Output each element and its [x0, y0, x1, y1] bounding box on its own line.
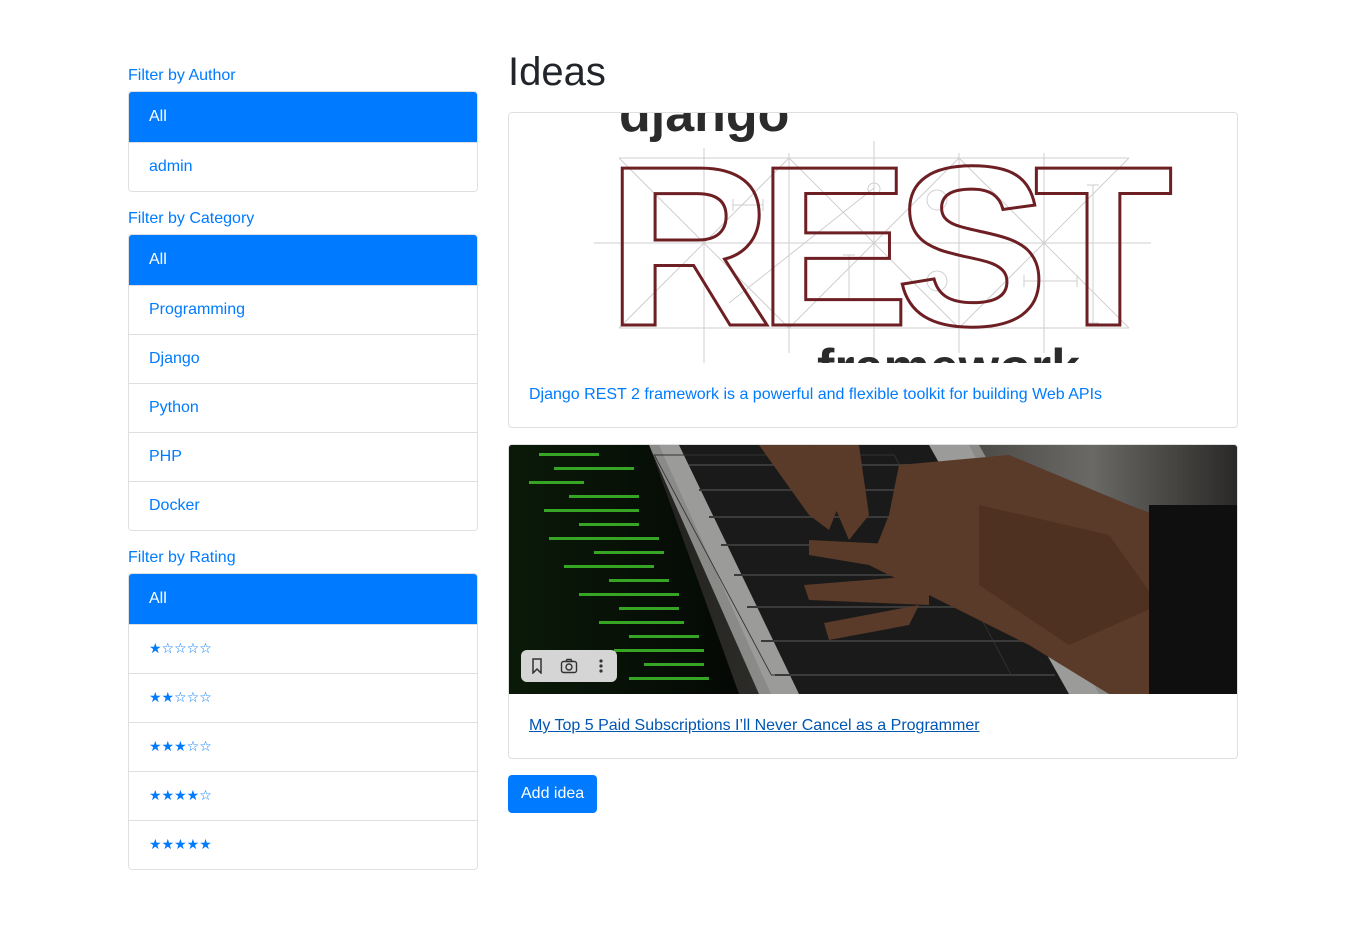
author-filter-admin[interactable]: admin: [129, 142, 477, 191]
visual-search-icon[interactable]: [553, 650, 585, 682]
ideas-main: Ideas django REST Django REST 2 framewor…: [508, 48, 1238, 813]
filter-category-title: Filter by Category: [128, 210, 255, 227]
idea-link[interactable]: Django REST 2 framework is a powerful an…: [529, 386, 1102, 403]
rating-filter-all[interactable]: All: [129, 574, 477, 624]
rating-filter-2-stars[interactable]: ★★☆☆☆: [129, 673, 477, 722]
idea-card-body: My Top 5 Paid Subscriptions I’ll Never C…: [509, 694, 1237, 758]
category-filter-docker[interactable]: Docker: [129, 481, 477, 530]
bookmark-icon[interactable]: [521, 650, 553, 682]
idea-card: django REST framework Django REST 2 fram…: [508, 112, 1238, 428]
filter-sidebar: Filter by Author All admin Filter by Cat…: [128, 60, 478, 881]
filter-rating-title: Filter by Rating: [128, 549, 236, 566]
page-title: Ideas: [508, 50, 606, 94]
category-filter-programming[interactable]: Programming: [129, 285, 477, 334]
rating-filter-list: All ★☆☆☆☆ ★★☆☆☆ ★★★☆☆ ★★★★☆ ★★★★★: [128, 573, 478, 870]
category-filter-all[interactable]: All: [129, 235, 477, 285]
rating-filter-4-stars[interactable]: ★★★★☆: [129, 771, 477, 820]
add-idea-button[interactable]: Add idea: [508, 775, 598, 813]
rating-filter-1-star[interactable]: ★☆☆☆☆: [129, 624, 477, 673]
category-filter-list: All Programming Django Python PHP Docker: [128, 234, 478, 531]
more-options-icon[interactable]: [585, 650, 617, 682]
category-filter-python[interactable]: Python: [129, 383, 477, 432]
idea-card: My Top 5 Paid Subscriptions I’ll Never C…: [508, 444, 1238, 759]
author-filter-list: All admin: [128, 91, 478, 192]
idea-image-django-rest[interactable]: django REST framework: [509, 113, 1237, 363]
rating-filter-5-stars[interactable]: ★★★★★: [129, 820, 477, 869]
category-filter-php[interactable]: PHP: [129, 432, 477, 481]
category-filter-django[interactable]: Django: [129, 334, 477, 383]
rating-filter-3-stars[interactable]: ★★★☆☆: [129, 722, 477, 771]
image-overlay-toolbar: [521, 650, 617, 682]
filter-author-title: Filter by Author: [128, 67, 236, 84]
idea-link[interactable]: My Top 5 Paid Subscriptions I’ll Never C…: [529, 717, 980, 734]
rest-wordmark: REST: [607, 120, 1171, 363]
idea-card-body: Django REST 2 framework is a powerful an…: [509, 363, 1237, 427]
framework-wordmark: framework: [817, 339, 1080, 363]
idea-image-laptop[interactable]: [509, 445, 1237, 694]
author-filter-all[interactable]: All: [129, 92, 477, 142]
